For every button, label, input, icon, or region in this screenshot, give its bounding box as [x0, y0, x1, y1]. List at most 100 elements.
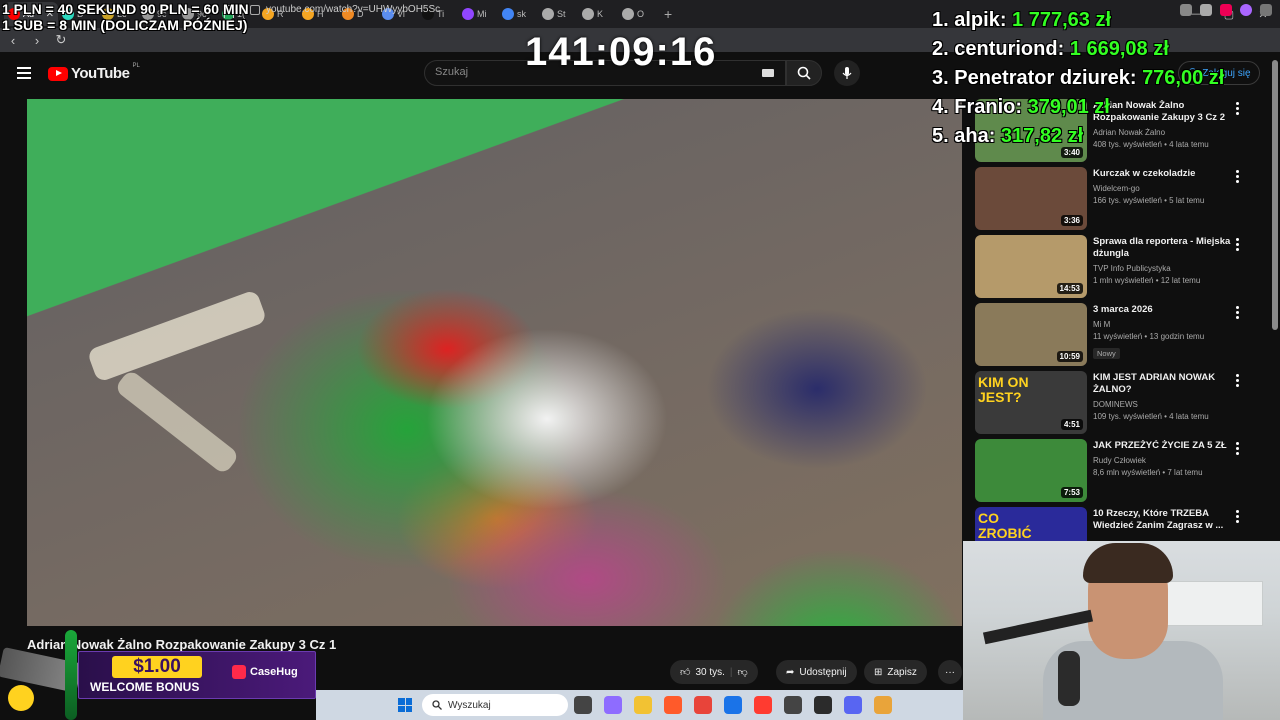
video-player[interactable] [27, 99, 962, 626]
taskbar-search[interactable]: Wyszukaj [422, 694, 568, 716]
reload-icon[interactable]: ↻ [54, 32, 68, 48]
recommended-video[interactable]: CO ZROBIĆ 10 Rzeczy, Które TRZEBA Wiedzi… [975, 507, 1255, 541]
channel-name[interactable]: Rudy Człowiek [1093, 455, 1233, 467]
voice-search-button[interactable] [834, 60, 860, 86]
recommended-title[interactable]: JAK PRZEŻYĆ ŻYCIE ZA 5 ZŁ [1093, 440, 1233, 452]
recommended-title[interactable]: Kurczak w czekoladzie [1093, 168, 1233, 180]
keyboard-icon[interactable] [762, 69, 774, 77]
taskbar-app-icon[interactable] [634, 696, 652, 714]
video-thumbnail[interactable]: 3:36 [975, 167, 1087, 230]
taskbar-app-icon[interactable] [784, 696, 802, 714]
menu-icon[interactable] [1260, 4, 1272, 16]
donation-amount: 776,00 zł [1142, 67, 1225, 89]
taskbar-app-icon[interactable] [604, 696, 622, 714]
subathon-timer: 141:09:16 [525, 30, 717, 74]
more-options-icon[interactable] [1236, 170, 1239, 183]
youtube-wordmark: YouTube [71, 65, 130, 82]
video-thumbnail[interactable]: 14:53 [975, 235, 1087, 298]
recommended-video[interactable]: 14:53 Sprawa dla reportera - Miejska dżu… [975, 235, 1255, 303]
browser-tab[interactable]: St [538, 2, 578, 26]
share-button[interactable]: ➦ Udostępnij [776, 660, 857, 684]
save-button[interactable]: ⊞ Zapisz [864, 660, 927, 684]
video-thumbnail[interactable]: 10:59 [975, 303, 1087, 366]
more-options-icon[interactable] [1236, 442, 1239, 455]
url-field[interactable]: youtube.com/watch?v=UHWyybOH5Sc [250, 4, 440, 15]
search-button[interactable] [786, 60, 822, 86]
video-thumbnail[interactable]: 7:53 [975, 439, 1087, 502]
browser-tab[interactable]: K [578, 2, 618, 26]
tab-favicon-icon [502, 8, 514, 20]
taskbar-app-icon[interactable] [724, 696, 742, 714]
thumbnail-text: CO ZROBIĆ [978, 510, 1032, 541]
video-stats: 8,6 mln wyświetleń • 7 lat temu [1093, 468, 1203, 477]
search-icon [797, 66, 811, 80]
recommended-title[interactable]: KIM JEST ADRIAN NOWAK ŻALNO? [1093, 372, 1233, 396]
tab-label: K [597, 9, 604, 19]
tab-label: Mi [477, 9, 487, 19]
casehug-ad[interactable]: $1.00 WELCOME BONUS CaseHug [0, 630, 316, 720]
recommended-video[interactable]: KIM ON JEST? 4:51 KIM JEST ADRIAN NOWAK Ż… [975, 371, 1255, 439]
more-options-icon[interactable] [1236, 238, 1239, 251]
search-icon [432, 700, 442, 710]
more-options-icon[interactable] [1236, 306, 1239, 319]
back-icon[interactable]: ‹ [6, 33, 20, 48]
screen: Ad✕DLc9c9c1(RHDViTiMiskStKO+ — ▢ ✕ ‹ › ↻… [0, 0, 1280, 720]
tab-favicon-icon [582, 8, 594, 20]
forward-icon[interactable]: › [30, 33, 44, 48]
video-duration: 14:53 [1056, 283, 1083, 294]
ad-brand: CaseHug [232, 665, 298, 679]
new-tab-button[interactable]: + [664, 6, 672, 22]
rate-line: 1 SUB = 8 MIN (DOLICZAM PÓŹNIEJ) [2, 17, 248, 33]
recommended-video[interactable]: 7:53 JAK PRZEŻYĆ ŻYCIE ZA 5 ZŁ Rudy Czło… [975, 439, 1255, 507]
recommended-title[interactable]: 10 Rzeczy, Które TRZEBA Wiedzieć Zanim Z… [1093, 508, 1233, 532]
video-thumbnail[interactable]: CO ZROBIĆ [975, 507, 1087, 541]
video-duration: 4:51 [1060, 419, 1083, 430]
recommended-video[interactable]: 10:59 3 marca 2026 Mi M 11 wyświetleń • … [975, 303, 1255, 371]
taskbar-app-icon[interactable] [814, 696, 832, 714]
hamburger-menu-icon[interactable] [17, 67, 31, 79]
windows-taskbar: Wyszukaj [316, 690, 963, 720]
ad-price: $1.00 [112, 656, 202, 678]
more-actions-button[interactable]: ··· [938, 660, 962, 684]
new-badge: Nowy [1093, 348, 1120, 359]
tab-label: St [557, 9, 566, 19]
channel-name[interactable]: TVP Info Publicystyka [1093, 263, 1233, 275]
taskbar-app-icon[interactable] [754, 696, 772, 714]
leaderboard-entry: 3. Penetrator dziurek: 776,00 zł [932, 64, 1224, 93]
browser-tab[interactable]: sk [498, 2, 538, 26]
windows-start-icon[interactable] [398, 698, 412, 712]
scrollbar[interactable] [1272, 60, 1278, 330]
taskbar-app-icon[interactable] [664, 696, 682, 714]
tab-label: O [637, 9, 645, 19]
browser-tab[interactable]: O [618, 2, 658, 26]
recommended-video[interactable]: 3:36 Kurczak w czekoladzie Widelcem-go 1… [975, 167, 1255, 235]
channel-name[interactable]: Mi M [1093, 319, 1233, 331]
donor-name: 2. centuriond: [932, 38, 1070, 60]
site-info-icon[interactable] [250, 4, 260, 15]
donation-leaderboard: 1. alpik: 1 777,63 zł 2. centuriond: 1 66… [932, 6, 1224, 151]
youtube-logo[interactable]: YouTube PL [48, 63, 140, 82]
thumbs-down-icon[interactable]: 👎︎ [738, 666, 748, 678]
profile-icon[interactable] [1240, 4, 1252, 16]
taskbar-app-icon[interactable] [574, 696, 592, 714]
video-thumbnail[interactable]: KIM ON JEST? 4:51 [975, 371, 1087, 434]
browser-tab[interactable]: Mi [458, 2, 498, 26]
recommended-title[interactable]: 3 marca 2026 [1093, 304, 1233, 316]
taskbar-app-icon[interactable] [694, 696, 712, 714]
like-button[interactable]: 👍︎ 30 tys. | 👎︎ [670, 660, 758, 684]
microphone-icon [842, 67, 852, 79]
url-text: youtube.com/watch?v=UHWyybOH5Sc [266, 4, 441, 15]
taskbar-app-icon[interactable] [874, 696, 892, 714]
more-options-icon[interactable] [1236, 102, 1239, 115]
taskbar-apps [574, 696, 892, 714]
more-options-icon[interactable] [1236, 510, 1239, 523]
donation-rates: 1 PLN = 40 SEKUND 90 PLN = 60 MIN 1 SUB … [2, 1, 249, 33]
taskbar-search-placeholder: Wyszukaj [448, 699, 491, 711]
donation-amount: 1 777,63 zł [1012, 9, 1111, 31]
recommended-title[interactable]: Sprawa dla reportera - Miejska dżungla [1093, 236, 1233, 260]
more-options-icon[interactable] [1236, 374, 1239, 387]
channel-name[interactable]: DOMINEWS [1093, 399, 1233, 411]
thumbnail-text: KIM ON JEST? [978, 374, 1029, 405]
channel-name[interactable]: Widelcem-go [1093, 183, 1233, 195]
taskbar-app-icon[interactable] [844, 696, 862, 714]
